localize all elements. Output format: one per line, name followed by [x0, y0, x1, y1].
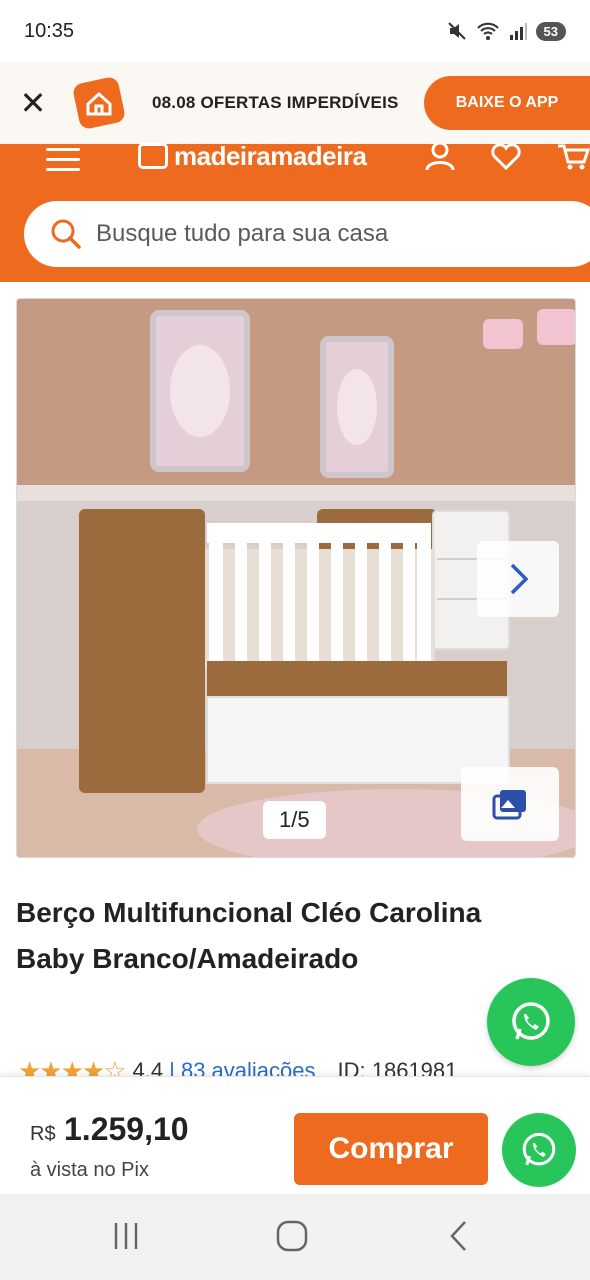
next-image-button[interactable]: [477, 541, 559, 617]
signal-icon: [509, 23, 527, 40]
chevron-right-icon: [510, 563, 529, 595]
logo-mark-icon: [138, 143, 168, 169]
heart-icon[interactable]: [490, 144, 522, 170]
menu-icon[interactable]: [46, 148, 80, 178]
system-nav-bar: [0, 1194, 590, 1280]
user-icon[interactable]: [424, 144, 456, 170]
recent-apps-icon[interactable]: [96, 1214, 156, 1258]
back-icon[interactable]: [428, 1214, 488, 1258]
open-gallery-button[interactable]: [461, 767, 559, 841]
whatsapp-icon: [522, 1132, 556, 1166]
reviews-link[interactable]: | 83 avaliações: [169, 1058, 315, 1078]
whatsapp-floating-button[interactable]: [487, 978, 575, 1066]
price-currency: R$: [30, 1123, 56, 1145]
buy-bar: R$ 1.259,10 à vista no Pix Comprar: [0, 1076, 590, 1194]
cart-icon[interactable]: [556, 144, 590, 170]
close-icon[interactable]: ✕: [0, 62, 66, 144]
search-icon: [51, 219, 81, 249]
logo-text: madeiramadeira: [174, 140, 367, 171]
product-id: ID: 1861981: [337, 1058, 458, 1078]
product-title: Berço Multifuncional Cléo Carolina Baby …: [16, 897, 482, 974]
status-time: 10:35: [24, 19, 75, 42]
status-bar: 10:35 53: [0, 0, 590, 62]
star-rating-icon: ★★★★☆: [18, 1058, 127, 1078]
search-input[interactable]: Busque tudo para sua casa: [24, 201, 590, 267]
battery-indicator: 53: [535, 21, 566, 41]
app-logo-icon: [72, 76, 126, 130]
search-placeholder: Busque tudo para sua casa: [96, 220, 389, 247]
site-header: madeiramadeira Busque tudo para sua casa: [0, 141, 590, 282]
app-download-banner: ✕ 08.08 OFERTAS IMPERDÍVEIS BAIXE O APP: [0, 62, 590, 144]
whatsapp-icon: [512, 1002, 550, 1040]
rating-value: 4,4: [132, 1058, 164, 1078]
banner-promo-text: 08.08 OFERTAS IMPERDÍVEIS: [152, 93, 399, 112]
wifi-icon: [476, 22, 499, 40]
price-payment-note: à vista no Pix: [30, 1159, 149, 1181]
mute-icon: [447, 22, 466, 40]
price-value: 1.259,10: [64, 1111, 189, 1147]
product-image-gallery[interactable]: 1/5: [16, 298, 576, 858]
whatsapp-buy-button[interactable]: [502, 1113, 576, 1187]
status-icons: 53: [446, 20, 566, 42]
image-counter: 1/5: [263, 801, 326, 839]
photo-gallery-icon: [492, 790, 526, 820]
site-logo[interactable]: madeiramadeira: [138, 141, 367, 171]
buy-button[interactable]: Comprar: [294, 1113, 488, 1185]
rating-row: ★★★★☆ 4,4 | 83 avaliações ID: 1861981: [18, 1058, 558, 1078]
home-icon[interactable]: [262, 1214, 322, 1258]
download-app-button[interactable]: BAIXE O APP: [424, 76, 590, 130]
